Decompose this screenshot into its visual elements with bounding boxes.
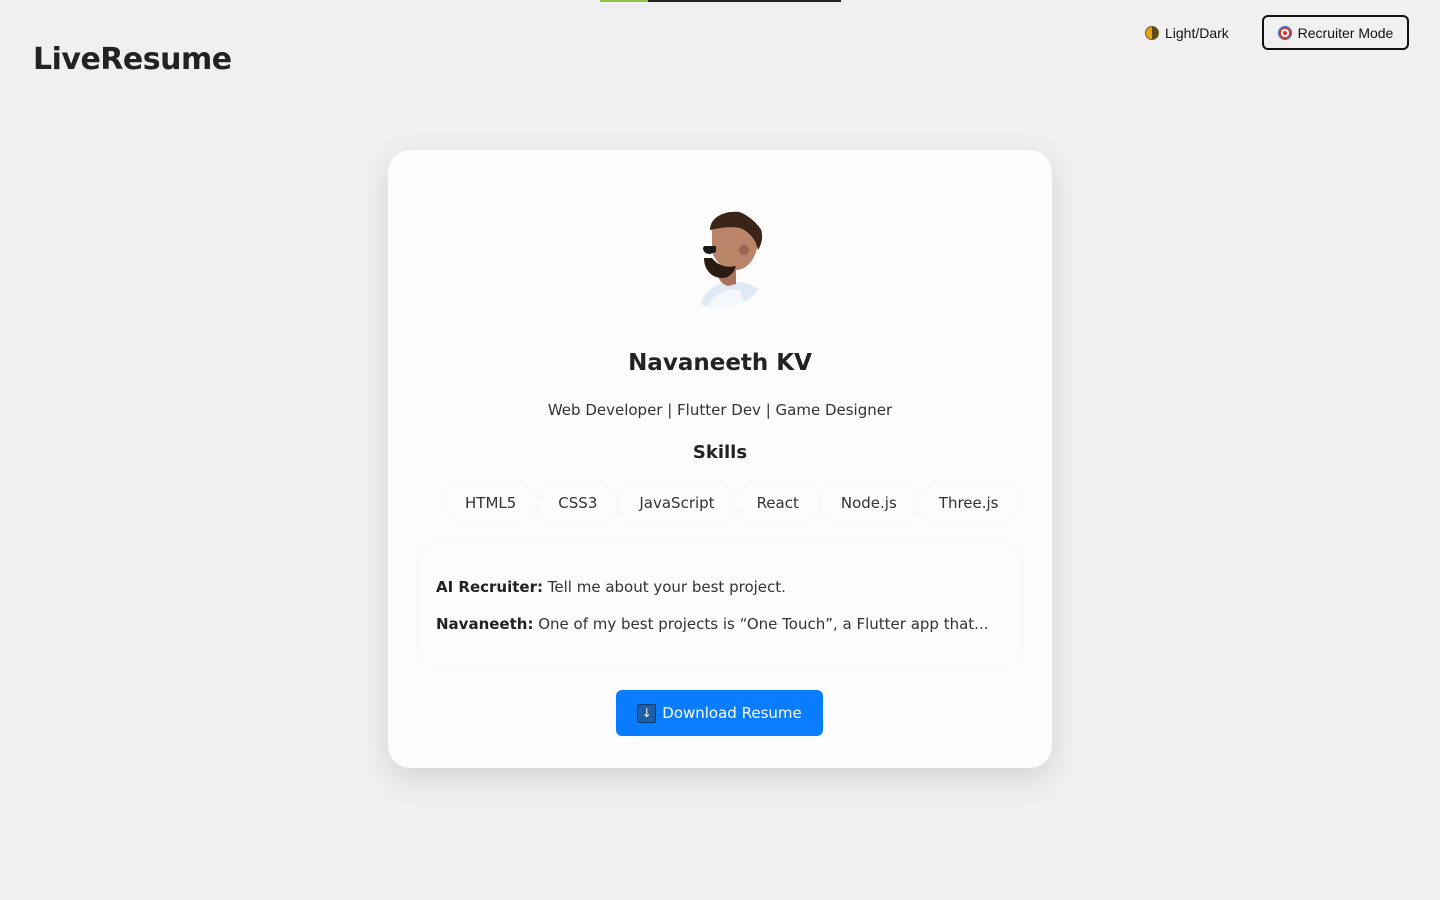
skill-chip: Node.js [819, 484, 918, 522]
chat-speaker: Navaneeth: [436, 615, 534, 633]
skills-list: HTML5 CSS3 JavaScript React Node.js Thre… [444, 484, 1020, 522]
skill-chip: Three.js [917, 484, 1020, 522]
skills-heading: Skills [692, 442, 748, 463]
chat-message-recruiter: AI Recruiter: Tell me about your best pr… [436, 578, 786, 596]
download-icon: ↓ [637, 703, 657, 723]
half-moon-icon [1145, 26, 1159, 40]
chat-text: Tell me about your best project. [543, 578, 786, 596]
download-resume-button[interactable]: ↓ Download Resume [616, 690, 823, 736]
page-progress-bar [600, 0, 841, 2]
profile-name: Navaneeth KV [628, 350, 812, 376]
skill-chip: React [735, 484, 820, 522]
profile-photo [700, 211, 770, 308]
theme-toggle-button[interactable]: Light/Dark [1135, 18, 1239, 48]
skill-chip: JavaScript [618, 484, 736, 522]
chat-text: One of my best projects is “One Touch”, … [533, 615, 989, 633]
recruiter-mode-label: Recruiter Mode [1297, 24, 1394, 41]
recruiter-mode-button[interactable]: Recruiter Mode [1262, 15, 1409, 50]
page-progress-fill [600, 0, 649, 2]
avatar [670, 208, 770, 308]
chat-message-candidate: Navaneeth: One of my best projects is “O… [436, 615, 989, 633]
theme-toggle-label: Light/Dark [1165, 25, 1229, 41]
download-resume-label: Download Resume [662, 704, 802, 722]
recruiter-chat-box [420, 546, 1020, 662]
chat-speaker: AI Recruiter: [436, 578, 543, 596]
profile-tagline: Web Developer | Flutter Dev | Game Desig… [547, 401, 893, 419]
skill-chip: CSS3 [537, 484, 619, 522]
skill-chip: HTML5 [444, 484, 538, 522]
app-title: LiveResume [33, 42, 232, 77]
target-icon [1277, 25, 1292, 40]
